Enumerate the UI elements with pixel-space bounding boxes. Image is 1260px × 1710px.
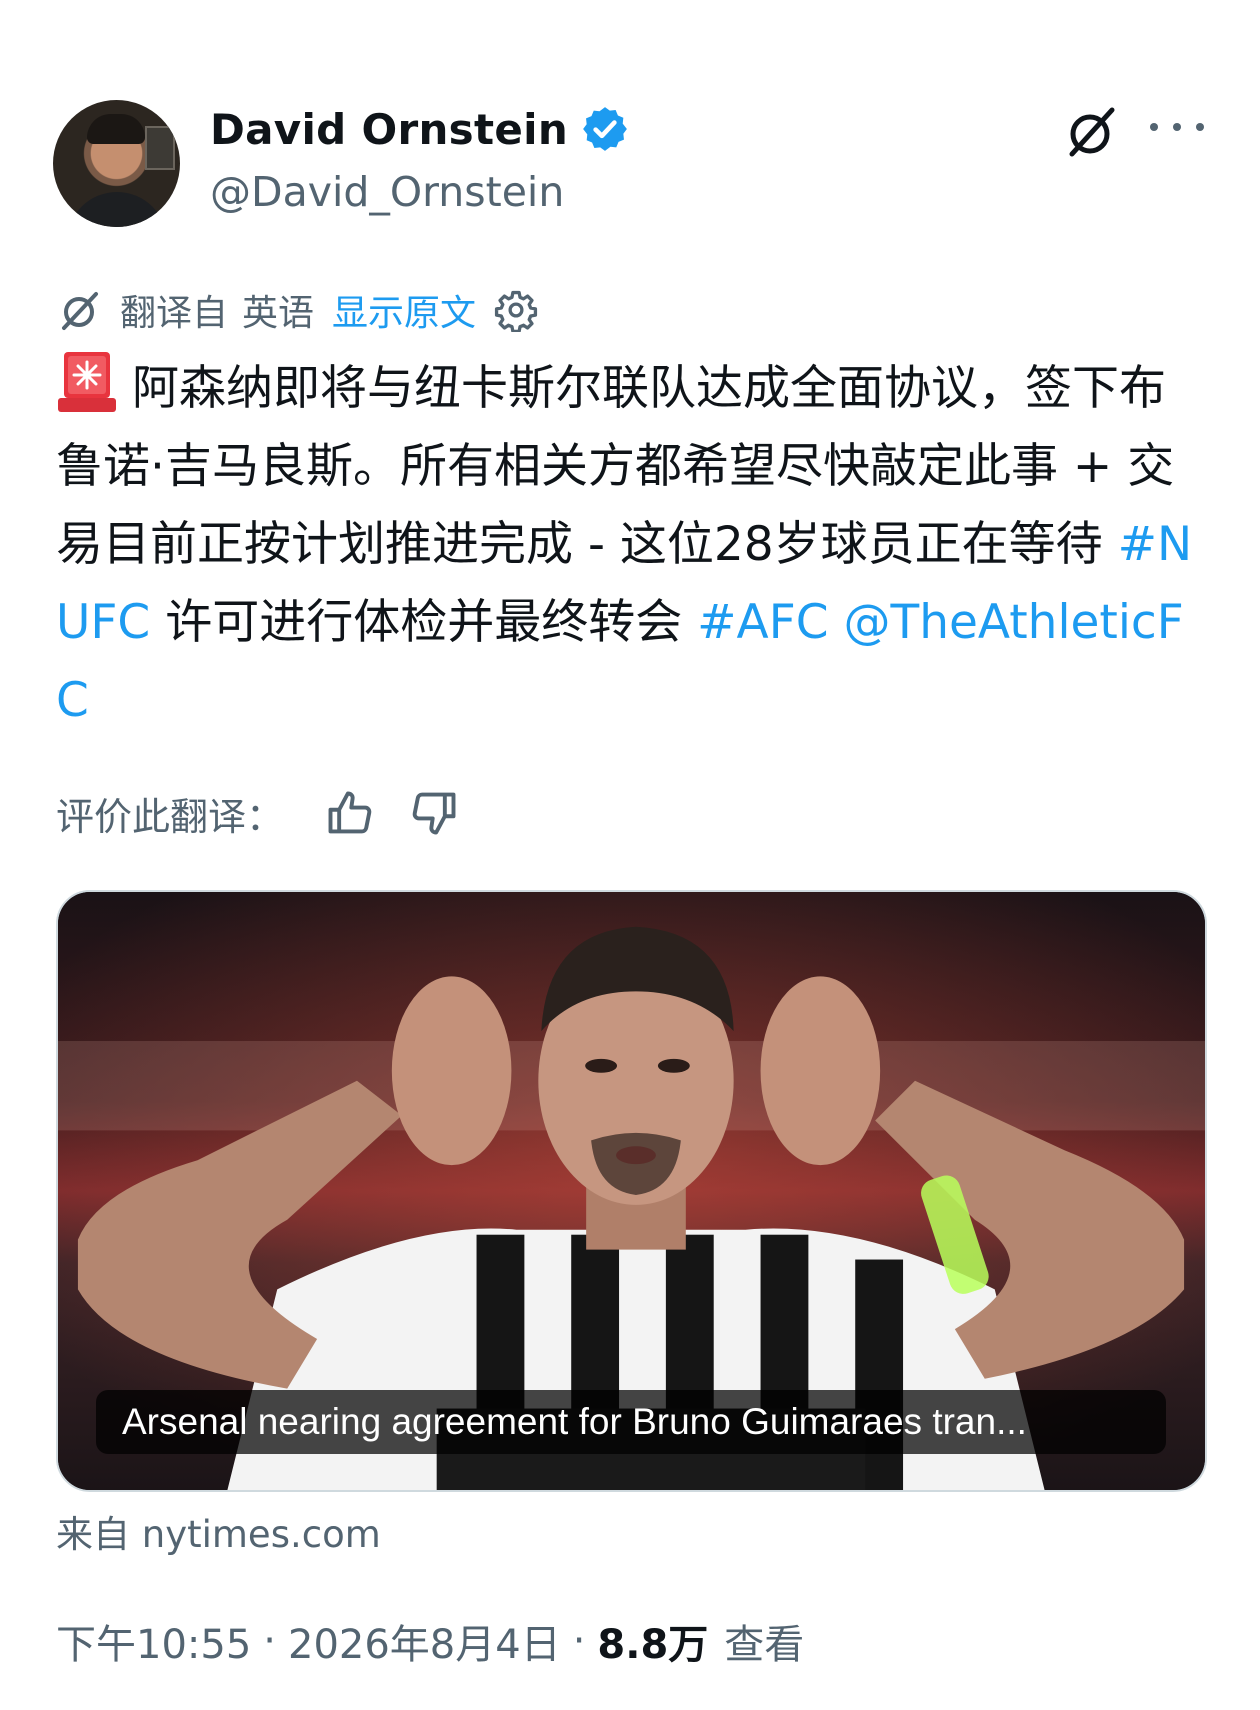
tweet-date[interactable]: 2026年8月4日 — [288, 1612, 561, 1670]
verified-badge-icon — [583, 107, 627, 151]
tweet-time[interactable]: 下午10:55 — [56, 1612, 251, 1670]
tweet-text-part2: 许可进行体检并最终转会 — [150, 595, 698, 650]
tweet-detail: David Ornstein @David_Ornstein 翻译自 英语 显示… — [0, 0, 1260, 1710]
card-source-domain[interactable]: 来自 nytimes.com — [56, 1504, 381, 1558]
grok-translate-icon — [62, 292, 98, 330]
author-display-name[interactable]: David Ornstein — [210, 105, 568, 154]
rate-translation-row: 评价此翻译： — [56, 785, 460, 841]
avatar[interactable] — [53, 100, 180, 227]
link-preview-card[interactable]: Arsenal nearing agreement for Bruno Guim… — [56, 890, 1207, 1492]
more-options-icon[interactable] — [1150, 112, 1204, 142]
card-title-caption[interactable]: Arsenal nearing agreement for Bruno Guim… — [96, 1390, 1166, 1454]
meta-separator: · — [263, 1618, 276, 1664]
thumbs-up-icon[interactable] — [324, 787, 376, 839]
views-count[interactable]: 8.8万 — [597, 1612, 708, 1670]
police-light-emoji-icon — [58, 352, 116, 412]
show-original-link[interactable]: 显示原文 — [332, 284, 476, 336]
translation-row: 翻译自 英语 显示原文 — [56, 285, 538, 335]
views-label: 查看 — [724, 1622, 805, 1668]
grok-icon[interactable] — [1060, 100, 1124, 164]
tweet-body: 阿森纳即将与纽卡斯尔联队达成全面协议，签下布鲁诺·吉马良斯。所有相关方都希望尽快… — [56, 350, 1206, 740]
thumbs-down-icon[interactable] — [408, 787, 460, 839]
author-name-row[interactable]: David Ornstein — [210, 104, 630, 154]
rate-translation-label: 评价此翻译： — [56, 794, 285, 839]
hashtag-afc-link[interactable]: #AFC — [697, 595, 828, 650]
tweet-meta-row: 下午10:55 · 2026年8月4日 · 8.8万 查看 — [56, 1612, 804, 1670]
author-handle[interactable]: @David_Ornstein — [210, 168, 564, 216]
source-language: 英语 — [242, 293, 315, 334]
gear-icon[interactable] — [494, 288, 538, 332]
tweet-text-part1: 阿森纳即将与纽卡斯尔联队达成全面协议，签下布鲁诺·吉马良斯。所有相关方都希望尽快… — [56, 361, 1175, 572]
meta-separator: · — [572, 1618, 586, 1664]
translated-from-label: 翻译自 — [120, 293, 229, 334]
